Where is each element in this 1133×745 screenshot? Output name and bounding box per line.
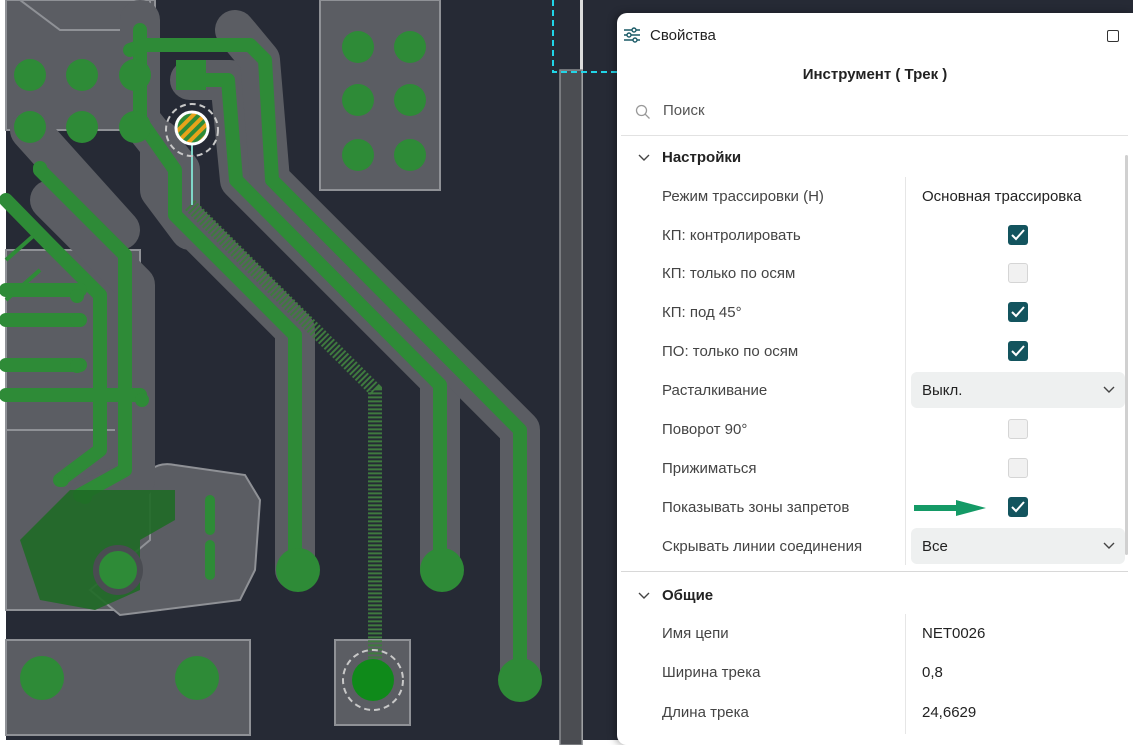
row-pad-45: КП: под 45° xyxy=(662,293,1128,331)
show-keepouts-checkbox[interactable] xyxy=(1008,497,1028,517)
row-routing-mode[interactable]: Режим трассировки (H) Основная трассиров… xyxy=(662,177,1128,215)
search-input[interactable] xyxy=(661,101,1065,120)
section-divider xyxy=(621,571,1128,572)
section-settings-label: Настройки xyxy=(662,149,742,166)
pad-control-checkbox[interactable] xyxy=(1008,225,1028,245)
search-box[interactable] xyxy=(621,93,1128,136)
row-label: КП: только по осям xyxy=(662,265,796,282)
row-label: Прижиматься xyxy=(662,460,757,477)
row-push: Расталкивание Выкл. xyxy=(662,371,1128,409)
push-value: Выкл. xyxy=(922,382,963,399)
row-label: Ширина трека xyxy=(662,664,761,681)
row-track-length: Длина трека 24,6629 xyxy=(662,693,1128,731)
row-label: КП: под 45° xyxy=(662,304,742,321)
row-label: Поворот 90° xyxy=(662,421,748,438)
via-start[interactable] xyxy=(174,110,210,146)
row-label: Режим трассировки (H) xyxy=(662,188,824,205)
column-divider xyxy=(905,614,906,734)
row-hug: Прижиматься xyxy=(662,449,1128,487)
search-icon xyxy=(635,104,650,119)
panel-title: Свойства xyxy=(650,27,716,44)
row-label: ПО: только по осям xyxy=(662,343,799,360)
hide-ratsnest-dropdown[interactable]: Все xyxy=(911,528,1125,564)
row-net-name: Имя цепи NET0026 xyxy=(662,614,1128,652)
track-length-value: 24,6629 xyxy=(922,704,977,721)
check-icon xyxy=(1011,306,1025,318)
row-label: КП: контролировать xyxy=(662,227,801,244)
row-hide-ratsnest: Скрывать линии соединения Все xyxy=(662,527,1128,565)
chevron-down-icon xyxy=(638,592,650,599)
push-dropdown[interactable]: Выкл. xyxy=(911,372,1125,408)
row-label: Длина трека xyxy=(662,704,749,721)
board-outline xyxy=(559,69,583,745)
hug-checkbox[interactable] xyxy=(1008,458,1028,478)
scrollbar[interactable] xyxy=(1125,155,1128,555)
panel-header: Свойства xyxy=(617,13,1133,59)
pad-45-checkbox[interactable] xyxy=(1008,302,1028,322)
properties-panel: Свойства Инструмент ( Трек ) Настройки Р… xyxy=(617,13,1133,745)
row-track-width: Ширина трека 0,8 xyxy=(662,653,1128,691)
column-divider xyxy=(905,177,906,565)
net-name-value: NET0026 xyxy=(922,625,986,642)
pad-axes-checkbox[interactable] xyxy=(1008,263,1028,283)
row-rotate90: Поворот 90° xyxy=(662,410,1128,448)
track-width-value: 0,8 xyxy=(922,664,943,681)
via-end[interactable] xyxy=(352,659,394,701)
row-label: Показывать зоны запретов xyxy=(662,499,850,516)
chevron-down-icon xyxy=(638,154,650,161)
row-label: Расталкивание xyxy=(662,382,768,399)
row-pad-control: КП: контролировать xyxy=(662,216,1128,254)
arrow-right-icon xyxy=(914,500,986,516)
via-axes-checkbox[interactable] xyxy=(1008,341,1028,361)
maximize-icon[interactable] xyxy=(1107,30,1119,42)
section-general-label: Общие xyxy=(662,587,714,604)
check-icon xyxy=(1011,345,1025,357)
row-pad-axes: КП: только по осям xyxy=(662,254,1128,292)
hide-ratsnest-value: Все xyxy=(922,538,948,555)
sliders-icon xyxy=(624,27,640,43)
row-label: Имя цепи xyxy=(662,625,729,642)
row-label: Скрывать линии соединения xyxy=(662,538,863,555)
routing-mode-value[interactable]: Основная трассировка xyxy=(922,188,1082,205)
chevron-down-icon xyxy=(1103,542,1115,549)
rotate90-checkbox[interactable] xyxy=(1008,419,1028,439)
row-via-axes: ПО: только по осям xyxy=(662,332,1128,370)
chevron-down-icon xyxy=(1103,386,1115,393)
tool-title: Инструмент ( Трек ) xyxy=(802,66,948,83)
row-show-keepouts: Показывать зоны запретов xyxy=(662,488,1128,526)
check-icon xyxy=(1011,229,1025,241)
check-icon xyxy=(1011,501,1025,513)
